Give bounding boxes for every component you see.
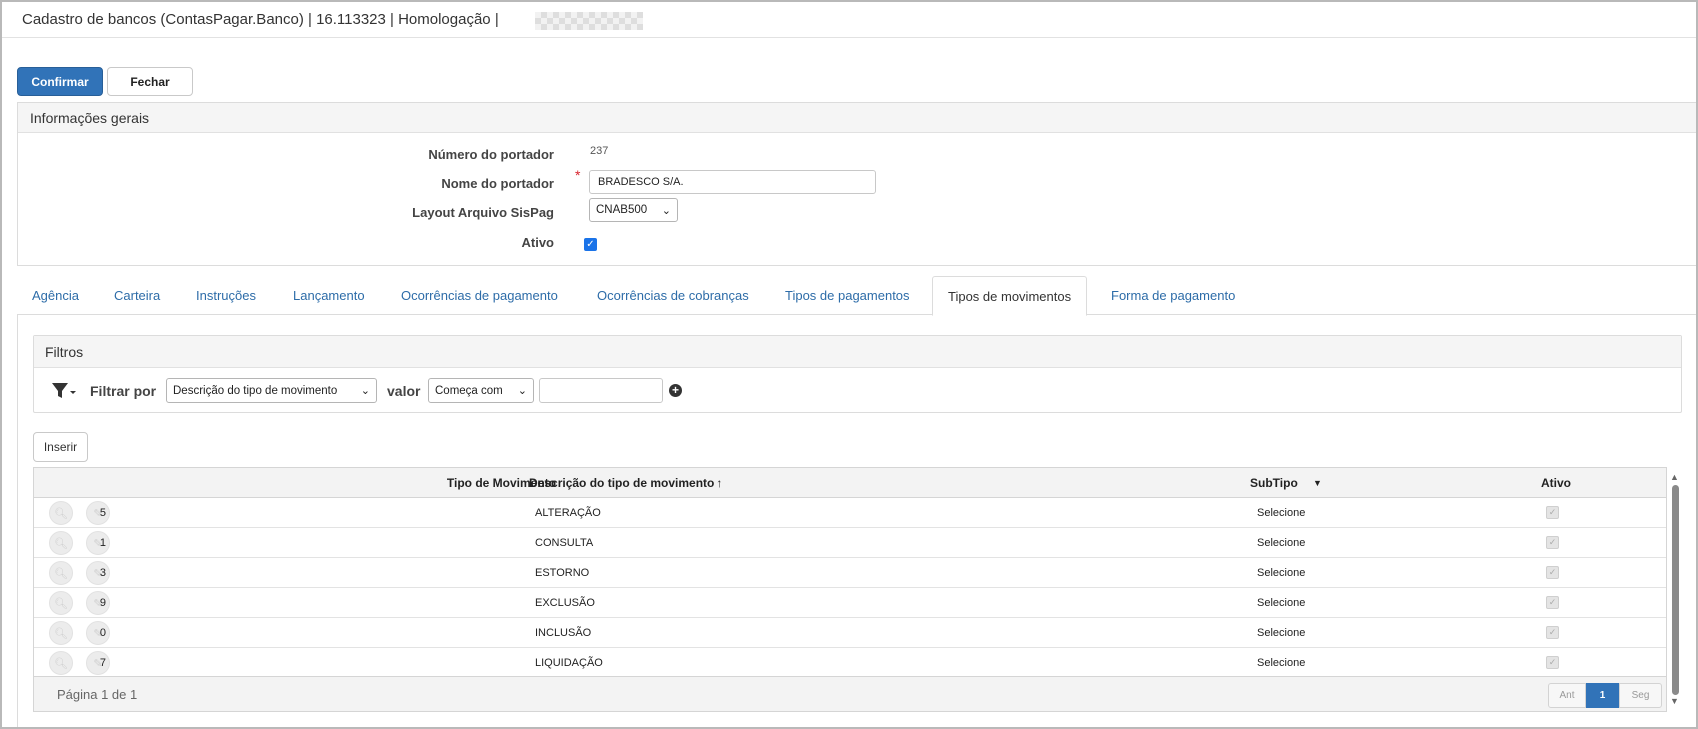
table-row[interactable]: 🔍︎ ✎ 9 EXCLUSÃO Selecione ✓ (34, 588, 1666, 618)
scrollbar-thumb[interactable] (1672, 485, 1679, 695)
cell-ativo-checkbox: ✓ (1546, 506, 1559, 519)
cell-ativo-checkbox: ✓ (1546, 536, 1559, 549)
page-info: Página 1 de 1 (57, 687, 138, 702)
cell-subtipo[interactable]: Selecione (1257, 597, 1305, 609)
cell-subtipo[interactable]: Selecione (1257, 507, 1305, 519)
scroll-up-icon[interactable]: ▲ (1670, 472, 1679, 482)
nome-portador-label: Nome do portador (441, 176, 554, 191)
tab-ocorrencias-pagamento[interactable]: Ocorrências de pagamento (401, 276, 558, 315)
cell-tipo: 9 (99, 597, 106, 609)
ativo-checkbox[interactable]: ✓ (584, 238, 597, 251)
filter-by-label: Filtrar por (90, 383, 157, 399)
tab-tipos-movimentos[interactable]: Tipos de movimentos (932, 276, 1088, 316)
cell-tipo: 1 (99, 537, 106, 549)
edit-icon[interactable]: ✎ (86, 621, 110, 645)
cell-subtipo[interactable]: Selecione (1257, 567, 1305, 579)
cell-descricao: INCLUSÃO (535, 627, 592, 639)
tab-lancamento[interactable]: Lançamento (293, 276, 365, 315)
grid-footer: Página 1 de 1 Ant 1 Seg (34, 676, 1666, 711)
chevron-down-icon: ⌄ (360, 385, 370, 397)
view-icon[interactable]: 🔍︎ (49, 501, 73, 525)
tab-agencia[interactable]: Agência (32, 276, 79, 315)
layout-sispag-value: CNAB500 (596, 204, 648, 216)
ativo-label: Ativo (521, 235, 555, 250)
cell-ativo-checkbox: ✓ (1546, 596, 1559, 609)
cell-descricao: EXCLUSÃO (535, 597, 595, 609)
title-bar: Cadastro de bancos (ContasPagar.Banco) |… (2, 2, 1696, 38)
confirm-button[interactable]: Confirmar (17, 67, 103, 96)
cell-descricao: ESTORNO (535, 567, 590, 579)
tab-carteira[interactable]: Carteira (114, 276, 160, 315)
column-descricao[interactable]: Descrição do tipo de movimento ↑ (529, 476, 722, 490)
tab-ocorrencias-cobrancas[interactable]: Ocorrências de cobranças (597, 276, 749, 315)
table-row[interactable]: 🔍︎ ✎ 7 LIQUIDAÇÃO Selecione ✓ (34, 648, 1666, 678)
table-row[interactable]: 🔍︎ ✎ 0 INCLUSÃO Selecione ✓ (34, 618, 1666, 648)
scroll-down-icon[interactable]: ▼ (1670, 696, 1679, 706)
numero-portador-value: 237 (590, 145, 609, 157)
cell-subtipo[interactable]: Selecione (1257, 627, 1305, 639)
tab-forma-pagamento[interactable]: Forma de pagamento (1111, 276, 1235, 315)
close-button[interactable]: Fechar (107, 67, 193, 96)
cell-descricao: CONSULTA (535, 537, 594, 549)
view-icon[interactable]: 🔍︎ (49, 621, 73, 645)
cell-ativo-checkbox: ✓ (1546, 656, 1559, 669)
chevron-down-icon: ⌄ (517, 385, 527, 397)
column-descricao-label: Descrição do tipo de movimento (529, 476, 715, 490)
tab-bar: Agência Carteira Instruções Lançamento O… (17, 276, 1696, 316)
nome-portador-input[interactable] (589, 170, 876, 194)
layout-sispag-select[interactable]: CNAB500 ⌄ (589, 198, 678, 222)
filter-field-select[interactable]: Descrição do tipo de movimento ⌄ (166, 378, 377, 403)
sort-ascending-icon: ↑ (716, 476, 723, 490)
cell-tipo: 3 (99, 567, 106, 579)
filter-operator-value: Começa com (435, 384, 503, 397)
cell-ativo-checkbox: ✓ (1546, 566, 1559, 579)
view-icon[interactable]: 🔍︎ (49, 651, 73, 675)
edit-icon[interactable]: ✎ (86, 651, 110, 675)
cell-ativo-checkbox: ✓ (1546, 626, 1559, 639)
cell-descricao: LIQUIDAÇÃO (535, 657, 603, 669)
cell-subtipo[interactable]: Selecione (1257, 657, 1305, 669)
table-row[interactable]: 🔍︎ ✎ 1 CONSULTA Selecione ✓ (34, 528, 1666, 558)
cell-descricao: ALTERAÇÃO (535, 507, 601, 519)
cell-subtipo[interactable]: Selecione (1257, 537, 1305, 549)
filter-value-input[interactable] (539, 378, 663, 403)
filter-icon[interactable] (51, 381, 77, 401)
data-grid: Tipo de Movimento Descrição do tipo de m… (33, 467, 1667, 712)
cell-tipo: 5 (99, 507, 106, 519)
grid-scrollbar[interactable]: ▲ ▼ (1669, 472, 1681, 707)
filter-operator-select[interactable]: Começa com ⌄ (428, 378, 534, 403)
view-icon[interactable]: 🔍︎ (49, 531, 73, 555)
insert-button[interactable]: Inserir (33, 432, 88, 462)
filters-header: Filtros (34, 336, 1681, 368)
caret-down-icon[interactable]: ▼ (1313, 478, 1322, 488)
redacted-area (535, 12, 643, 30)
edit-icon[interactable]: ✎ (86, 561, 110, 585)
numero-portador-label: Número do portador (428, 147, 554, 162)
pager-next-button[interactable]: Seg (1619, 683, 1662, 708)
table-row[interactable]: 🔍︎ ✎ 5 ALTERAÇÃO Selecione ✓ (34, 498, 1666, 528)
add-filter-icon[interactable]: + (669, 384, 682, 397)
filter-field-value: Descrição do tipo de movimento (173, 384, 338, 397)
tab-instrucoes[interactable]: Instruções (196, 276, 256, 315)
grid-header: Tipo de Movimento Descrição do tipo de m… (34, 468, 1666, 498)
edit-icon[interactable]: ✎ (86, 501, 110, 525)
pager-current-page[interactable]: 1 (1586, 683, 1619, 708)
chevron-down-icon: ⌄ (661, 204, 671, 217)
column-ativo[interactable]: Ativo (1541, 476, 1571, 490)
cell-tipo: 7 (99, 657, 106, 669)
general-info-header: Informações gerais (18, 103, 1696, 133)
window-title: Cadastro de bancos (ContasPagar.Banco) |… (22, 11, 499, 28)
tab-tipos-pagamentos[interactable]: Tipos de pagamentos (785, 276, 910, 315)
cell-tipo: 0 (99, 627, 106, 639)
valor-label: valor (387, 383, 421, 399)
required-marker: * (575, 167, 581, 183)
table-row[interactable]: 🔍︎ ✎ 3 ESTORNO Selecione ✓ (34, 558, 1666, 588)
view-icon[interactable]: 🔍︎ (49, 591, 73, 615)
pager-prev-button[interactable]: Ant (1548, 683, 1586, 708)
view-icon[interactable]: 🔍︎ (49, 561, 73, 585)
column-subtipo[interactable]: SubTipo (1250, 476, 1298, 490)
edit-icon[interactable]: ✎ (86, 531, 110, 555)
layout-sispag-label: Layout Arquivo SisPag (412, 205, 554, 220)
edit-icon[interactable]: ✎ (86, 591, 110, 615)
